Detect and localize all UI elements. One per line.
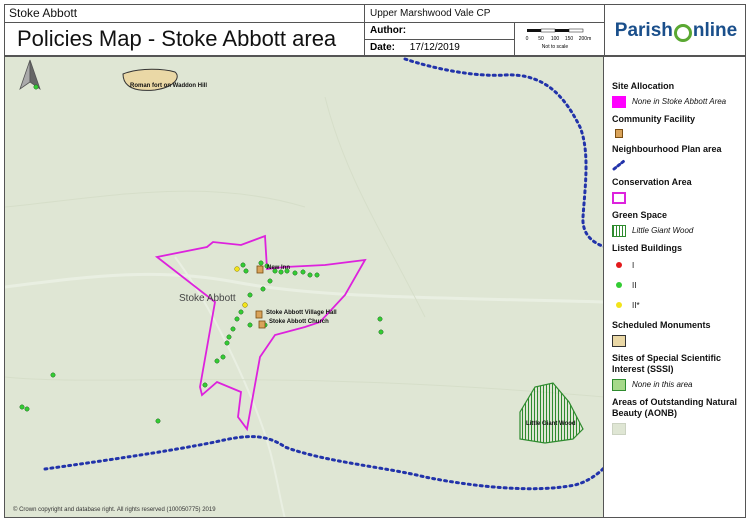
site-allocation-swatch: [612, 96, 626, 108]
scale-note: Not to scale: [542, 44, 569, 50]
legend-sssi: Sites of Special Scientific Interest (SS…: [612, 353, 722, 374]
scheduled-monument-swatch: [612, 335, 626, 347]
map-legend: Site Allocation None in Stoke Abbott Are…: [604, 56, 746, 518]
label-village-hall: Stoke Abbott Village Hall: [266, 310, 337, 316]
sssi-swatch: [612, 379, 626, 391]
conservation-area-swatch: [612, 192, 626, 204]
aonb-swatch: [612, 423, 626, 435]
place-name-stoke-abbott: Stoke Abbott: [179, 293, 236, 304]
legend-aonb: Areas of Outstanding Natural Beauty (AON…: [612, 397, 738, 418]
grade-2-label: II: [632, 281, 637, 290]
date-value: 17/12/2019: [409, 42, 460, 53]
legend-community-facility: Community Facility: [612, 114, 696, 124]
green-space-swatch: [612, 225, 626, 237]
north-arrow-icon: [19, 59, 41, 91]
logo-text-left: Parish: [614, 20, 673, 41]
sssi-note: None in this area: [632, 380, 693, 389]
neighbourhood-plan-swatch: [612, 159, 626, 171]
legend-site-allocation: Site Allocation: [612, 81, 675, 91]
neighbourhood-plan-boundary-north: [403, 57, 603, 248]
listed-buildings-grade-2: [19, 84, 384, 424]
scale-tick-150: 150: [565, 36, 574, 42]
grade-2-swatch: [616, 282, 622, 288]
scale-bar-graphic: 0 50 100 150 200m Not to scale: [526, 28, 592, 50]
map-header: Stoke Abbott Policies Map - Stoke Abbott…: [4, 4, 747, 57]
map-graphics: [5, 57, 603, 517]
legend-listed-buildings: Listed Buildings: [612, 243, 683, 253]
grade-1-swatch: [616, 262, 622, 268]
date-field: Date: 17/12/2019: [365, 40, 515, 57]
label-church: Stoke Abbott Church: [269, 319, 329, 325]
little-giant-wood-area: [519, 382, 584, 444]
scale-tick-0: 0: [526, 36, 529, 42]
legend-conservation-area: Conservation Area: [612, 177, 692, 187]
site-allocation-note: None in Stoke Abbott Area: [632, 97, 727, 106]
label-roman-fort: Roman fort on Waddon Hill: [130, 83, 208, 89]
parish-council-name: Upper Marshwood Vale CP: [365, 5, 605, 23]
scale-tick-100: 100: [551, 36, 560, 42]
parish-online-logo: Parish nline: [605, 5, 747, 57]
label-new-inn: New Inn: [267, 265, 291, 271]
scale-bar: 0 50 100 150 200m Not to scale: [515, 23, 605, 57]
community-facility-icon: [615, 129, 623, 138]
neighbourhood-plan-boundary-south: [43, 435, 603, 491]
label-little-giant-wood: Little Giant Wood: [526, 421, 576, 427]
copyright-notice: © Crown copyright and database right. Al…: [13, 507, 216, 513]
author-field: Author:: [365, 23, 515, 40]
grade-2star-swatch: [616, 302, 622, 308]
legend-scheduled-monuments: Scheduled Monuments: [612, 320, 711, 330]
scale-tick-200: 200m: [579, 36, 592, 42]
parish-name-small: Stoke Abbott: [5, 5, 365, 23]
legend-neighbourhood-plan-area: Neighbourhood Plan area: [612, 144, 722, 154]
green-space-item: Little Giant Wood: [632, 226, 694, 235]
page-title: Policies Map - Stoke Abbott area: [5, 23, 365, 57]
logo-o-icon: [673, 24, 692, 42]
map-canvas[interactable]: Roman fort on Waddon Hill New Inn Stoke …: [4, 56, 604, 518]
scale-tick-50: 50: [538, 36, 544, 42]
community-facility-icons: [255, 265, 266, 329]
legend-green-space: Green Space: [612, 210, 668, 220]
author-label: Author:: [370, 25, 407, 36]
grade-1-label: I: [632, 261, 635, 270]
logo-text-right: nline: [692, 20, 738, 41]
date-label: Date:: [370, 42, 396, 53]
grade-2star-label: II*: [632, 301, 640, 310]
